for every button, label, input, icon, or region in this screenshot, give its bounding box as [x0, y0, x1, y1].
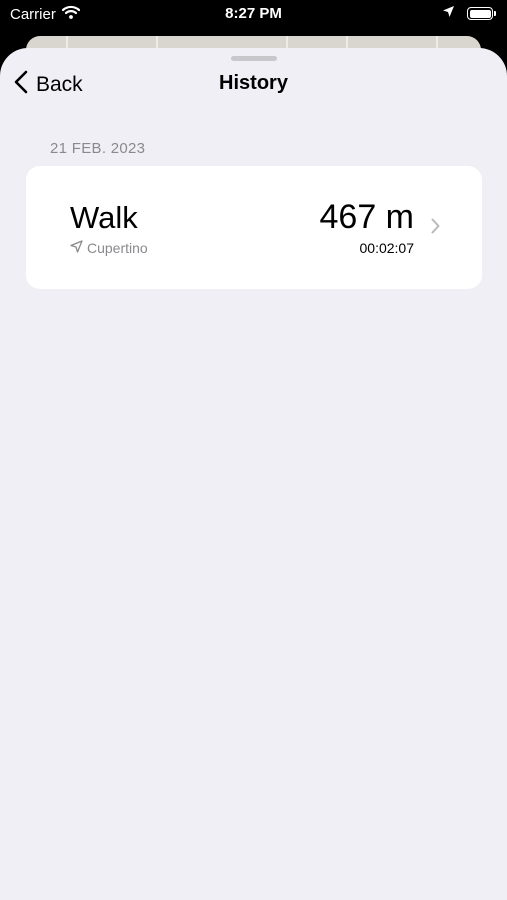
duration-value: 00:02:07 — [359, 240, 415, 256]
page-title: History — [219, 72, 288, 94]
status-time: 8:27 PM — [225, 5, 282, 22]
location-services-icon — [442, 5, 455, 22]
activity-name: Walk — [70, 200, 138, 235]
location-row: Cupertino — [70, 240, 148, 256]
navigation-bar: Back History — [0, 68, 507, 104]
status-right — [442, 5, 496, 22]
section-date-header: 21 FEB. 2023 — [50, 140, 146, 157]
chevron-right-icon — [431, 218, 440, 239]
history-sheet: Back History 21 FEB. 2023 Walk Cupertino… — [0, 48, 507, 900]
history-entry-card[interactable]: Walk Cupertino 467 m 00:02:07 — [26, 166, 482, 289]
battery-icon — [467, 7, 496, 20]
location-arrow-icon — [70, 240, 83, 256]
location-label: Cupertino — [87, 240, 148, 256]
sheet-grabber[interactable] — [230, 56, 277, 61]
status-bar: Carrier 8:27 PM — [0, 0, 507, 30]
distance-value: 467 m — [319, 198, 415, 236]
